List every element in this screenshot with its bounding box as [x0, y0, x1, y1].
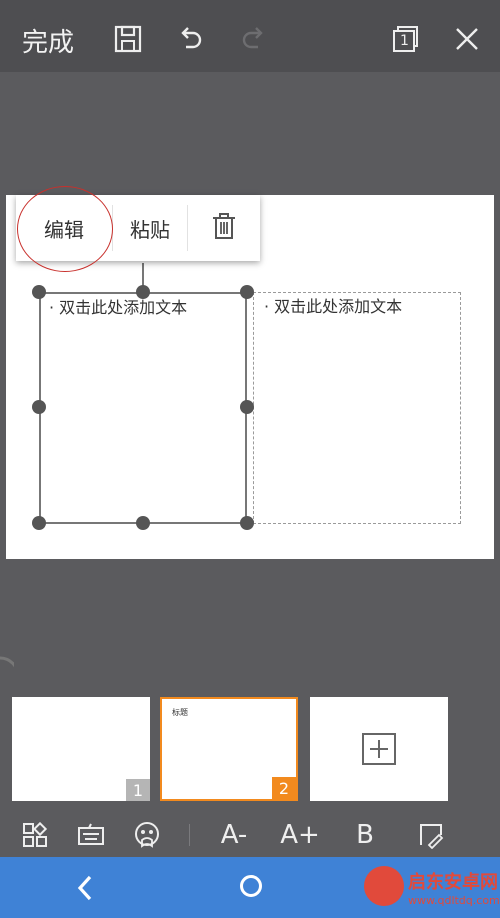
delete-menu-item[interactable] — [188, 195, 260, 261]
shape-icon[interactable] — [416, 817, 446, 853]
resize-handle-top-left[interactable] — [32, 285, 46, 299]
resize-handle-bottom-left[interactable] — [32, 516, 46, 530]
trash-icon — [211, 212, 237, 245]
add-slide-button[interactable] — [310, 697, 448, 801]
undo-icon[interactable] — [176, 24, 206, 54]
watermark-logo-icon — [364, 866, 404, 906]
toolbar-divider — [186, 817, 192, 853]
annotation-circle — [17, 186, 113, 272]
close-icon[interactable] — [452, 24, 482, 54]
text-placeholder-left-selected[interactable]: · 双击此处添加文本 — [39, 292, 247, 524]
bold-button[interactable]: B — [348, 817, 382, 853]
resize-handle-left[interactable] — [32, 400, 46, 414]
watermark-url: www.qdltdq.com — [408, 894, 500, 907]
page-view-number: 1 — [400, 33, 409, 49]
chevron-left-icon[interactable] — [72, 873, 98, 911]
save-icon[interactable] — [113, 24, 143, 54]
slide-thumbnails: 1 标题 2 — [0, 685, 500, 813]
emoji-icon[interactable] — [132, 817, 162, 853]
resize-handle-top-right[interactable] — [240, 285, 254, 299]
resize-handle-top[interactable] — [136, 285, 150, 299]
slide-number-badge: 2 — [272, 777, 296, 799]
top-toolbar: 完成 1 — [0, 0, 500, 72]
done-button[interactable]: 完成 — [22, 22, 74, 59]
slide-number-badge: 1 — [126, 779, 150, 801]
redo-icon — [238, 24, 268, 54]
font-smaller-button[interactable]: A- — [214, 817, 254, 853]
format-toolbar: A- A+ B — [0, 813, 500, 857]
watermark-title: 启东安卓网 — [408, 872, 498, 893]
font-larger-button[interactable]: A+ — [280, 817, 320, 853]
paste-menu-item[interactable]: 粘贴 — [113, 195, 187, 261]
placeholder-text: · 双击此处添加文本 — [49, 298, 188, 317]
keyboard-icon[interactable] — [76, 817, 106, 853]
text-placeholder-right[interactable]: · 双击此处添加文本 — [253, 292, 461, 524]
add-slide-icon — [362, 733, 396, 765]
resize-handle-bottom-right[interactable] — [240, 516, 254, 530]
slide-thumbnail-1[interactable]: 1 — [12, 697, 150, 801]
page-view-icon[interactable]: 1 — [390, 24, 420, 54]
placeholder-text: · 双击此处添加文本 — [264, 297, 403, 316]
home-circle-icon[interactable] — [240, 875, 262, 897]
resize-handle-right[interactable] — [240, 400, 254, 414]
slide-thumbnail-2[interactable]: 标题 2 — [160, 697, 298, 801]
resize-handle-bottom[interactable] — [136, 516, 150, 530]
thumbnail-mini-text: 标题 — [172, 708, 188, 717]
layout-grid-icon[interactable] — [20, 817, 50, 853]
watermark: 启东安卓网 www.qdltdq.com — [364, 862, 500, 918]
